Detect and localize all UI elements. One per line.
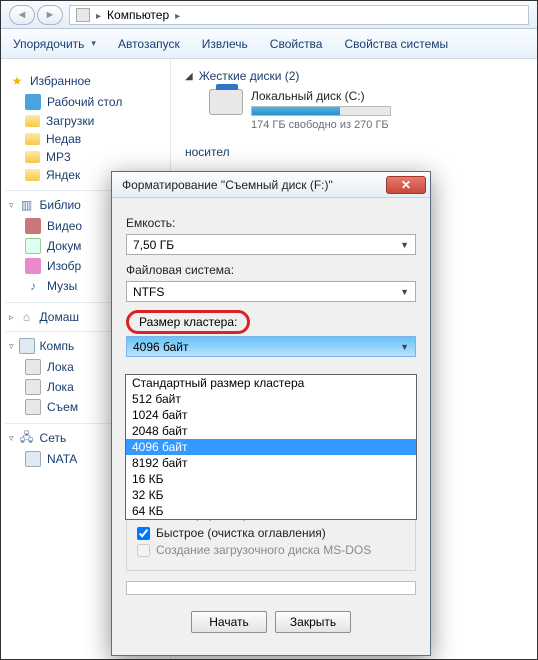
close-dialog-button[interactable]: Закрыть (275, 611, 351, 633)
sidebar-item-mp3[interactable]: MP3 (5, 148, 166, 166)
home-icon: ⌂ (19, 309, 35, 325)
folder-icon (25, 169, 40, 181)
hdd-section-header[interactable]: ◢Жесткие диски (2) (185, 69, 523, 83)
dialog-titlebar[interactable]: Форматирование "Съемный диск (F:)" ✕ (112, 172, 430, 198)
cluster-option[interactable]: 16 КБ (126, 471, 416, 487)
chevron-right-icon (96, 8, 101, 22)
cluster-option[interactable]: 32 КБ (126, 487, 416, 503)
folder-icon (25, 133, 40, 145)
filesystem-combo[interactable]: NTFS▼ (126, 281, 416, 302)
drive-icon (209, 89, 243, 115)
cluster-label-highlight: Размер кластера: (126, 310, 250, 334)
close-button[interactable]: ✕ (386, 176, 426, 194)
computer-icon (25, 451, 41, 467)
organize-menu[interactable]: Упорядочить (13, 37, 96, 51)
cluster-option[interactable]: 64 КБ (126, 503, 416, 519)
chevron-down-icon: ▿ (9, 341, 14, 352)
cluster-option[interactable]: 1024 байт (126, 407, 416, 423)
dialog-buttons: Начать Закрыть (126, 605, 416, 645)
forward-button[interactable]: ► (37, 5, 63, 25)
computer-icon (76, 8, 90, 22)
drive-free-text: 174 ГБ свободно из 270 ГБ (251, 119, 391, 131)
cluster-option[interactable]: 512 байт (126, 391, 416, 407)
desktop-icon (25, 94, 41, 110)
quick-format-input[interactable] (137, 527, 150, 540)
autoplay-button[interactable]: Автозапуск (118, 37, 180, 51)
properties-button[interactable]: Свойства (270, 37, 323, 51)
toolbar: Упорядочить Автозапуск Извлечь Свойства … (1, 29, 537, 59)
chevron-down-icon: ▼ (400, 287, 409, 297)
capacity-combo[interactable]: 7,50 ГБ▼ (126, 234, 416, 255)
image-icon (25, 258, 41, 274)
folder-icon (25, 115, 40, 127)
star-icon: ★ (9, 73, 25, 89)
library-icon: ▥ (19, 197, 35, 213)
drive-name: Локальный диск (C:) (251, 89, 391, 103)
filesystem-label: Файловая система: (126, 263, 416, 277)
progress-bar (126, 581, 416, 595)
drive-icon (25, 399, 41, 415)
sidebar-item-recent[interactable]: Недав (5, 130, 166, 148)
sidebar-item-desktop[interactable]: Рабочий стол (5, 92, 166, 112)
start-button[interactable]: Начать (191, 611, 267, 633)
music-icon: ♪ (25, 278, 41, 294)
chevron-down-icon: ▼ (400, 342, 409, 352)
cluster-combo[interactable]: 4096 байт▼ (126, 336, 416, 357)
video-icon (25, 218, 41, 234)
network-icon: 🖧 (19, 430, 35, 446)
close-icon: ✕ (401, 178, 411, 192)
back-button[interactable]: ◄ (9, 5, 35, 25)
drive-icon (25, 359, 41, 375)
eject-button[interactable]: Извлечь (202, 37, 248, 51)
cluster-option[interactable]: 4096 байт (126, 439, 416, 455)
favorites-group[interactable]: ★Избранное (9, 73, 162, 89)
msdos-boot-input (137, 544, 150, 557)
document-icon (25, 238, 41, 254)
titlebar: ◄ ► Компьютер (1, 1, 537, 29)
chevron-down-icon: ▼ (400, 240, 409, 250)
breadcrumb-location[interactable]: Компьютер (107, 8, 169, 22)
quick-format-checkbox[interactable]: Быстрое (очистка оглавления) (137, 526, 405, 540)
chevron-down-icon: ▿ (9, 433, 14, 444)
chevron-down-icon: ▿ (9, 200, 14, 211)
cluster-option[interactable]: 8192 байт (126, 455, 416, 471)
chevron-right-icon: ▹ (9, 312, 14, 323)
drive-info: Локальный диск (C:) 174 ГБ свободно из 2… (251, 89, 391, 131)
folder-icon (25, 151, 40, 163)
format-dialog: Форматирование "Съемный диск (F:)" ✕ Емк… (111, 171, 431, 656)
sidebar-item-downloads[interactable]: Загрузки (5, 112, 166, 130)
chevron-down-icon: ◢ (185, 71, 193, 82)
breadcrumb[interactable]: Компьютер (69, 5, 529, 25)
cluster-option[interactable]: 2048 байт (126, 423, 416, 439)
dialog-body: Емкость: 7,50 ГБ▼ Файловая система: NTFS… (112, 198, 430, 655)
drive-usage-bar (251, 106, 391, 116)
system-properties-button[interactable]: Свойства системы (344, 37, 448, 51)
cluster-option[interactable]: Стандартный размер кластера (126, 375, 416, 391)
nav-buttons: ◄ ► (9, 5, 63, 25)
capacity-label: Емкость: (126, 216, 416, 230)
cluster-dropdown-list[interactable]: Стандартный размер кластера512 байт1024 … (125, 374, 417, 520)
format-options-group: Способы форматирования: Быстрое (очистка… (126, 514, 416, 571)
chevron-right-icon (175, 8, 180, 22)
media-section-header[interactable]: носител (185, 145, 523, 159)
drive-tile-c[interactable]: Локальный диск (C:) 174 ГБ свободно из 2… (209, 89, 523, 131)
computer-icon (19, 338, 35, 354)
msdos-boot-checkbox: Создание загрузочного диска MS-DOS (137, 543, 405, 557)
dialog-title: Форматирование "Съемный диск (F:)" (122, 178, 386, 192)
drive-icon (25, 379, 41, 395)
cluster-label: Размер кластера: (139, 315, 237, 329)
